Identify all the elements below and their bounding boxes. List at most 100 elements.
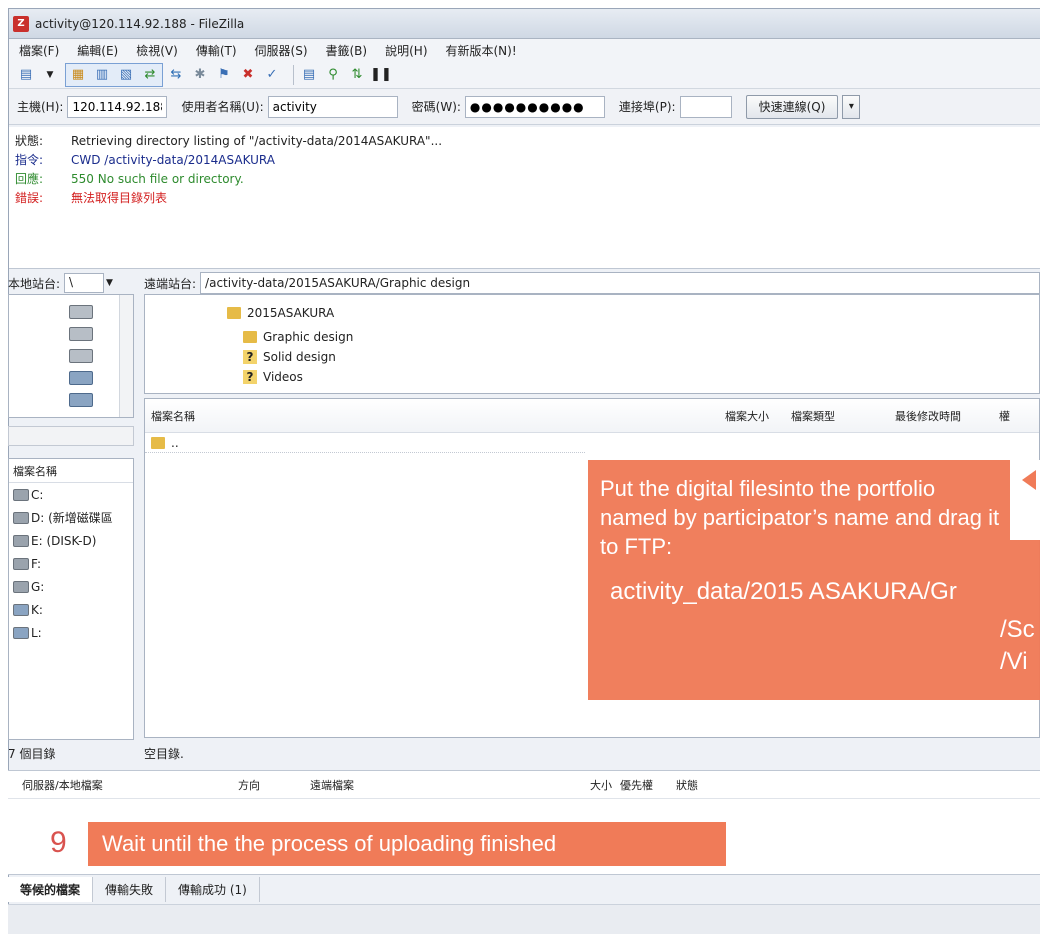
tree-node-label: 2015ASAKURA [247,306,335,320]
search-binoculars-icon[interactable]: ❚❚ [370,66,392,84]
tab-successful-transfers[interactable]: 傳輸成功 (1) [166,877,260,902]
column-permissions[interactable]: 權 [999,408,1029,424]
tree-node-label: Graphic design [263,330,354,344]
reconnect-icon[interactable]: ✓ [263,66,281,84]
remote-directory-tree[interactable]: 2015ASAKURA Graphic design ? Solid desig… [144,294,1040,394]
column-remote-file[interactable]: 遠端檔案 [310,777,590,793]
log-text: Retrieving directory listing of "/activi… [71,133,443,148]
username-label: 使用者名稱(U): [181,100,264,114]
menu-file[interactable]: 檔案(F) [19,42,59,59]
directory-listing-filter-icon[interactable]: ▤ [300,66,318,84]
disconnect-icon[interactable]: ✖ [239,66,257,84]
toggle-log-icon[interactable]: ▦ [69,66,87,84]
table-row[interactable]: .. [145,433,585,453]
drive-tree-node[interactable] [69,349,93,363]
log-line: 狀態: Retrieving directory listing of "/ac… [15,131,1040,150]
window-title: activity@120.114.92.188 - FileZilla [35,16,245,31]
quickconnect-bar: 主機(H): 使用者名稱(U): 密碼(W): 連接埠(P): 快速連線(Q) … [9,89,1040,125]
log-line: 指令: CWD /activity-data/2014ASAKURA [15,150,1040,169]
host-input[interactable] [67,95,168,118]
menu-server[interactable]: 伺服器(S) [255,42,308,59]
menu-view[interactable]: 檢視(V) [136,42,178,59]
dropdown-arrow-icon[interactable]: ▼ [41,66,59,84]
username-input[interactable] [267,95,398,118]
drive-tree-node[interactable] [69,393,93,407]
drive-label: K: [31,602,43,617]
drive-item[interactable]: L: [9,621,133,644]
tab-queued-files[interactable]: 等候的檔案 [8,877,94,902]
drive-icon [13,557,29,570]
callout-path-sub2: /Vi [1000,648,1028,675]
menu-help[interactable]: 說明(H) [385,42,427,59]
vertical-scrollbar[interactable] [119,295,133,417]
column-filetype[interactable]: 檔案類型 [791,408,895,424]
log-text: 550 No such file or directory. [71,171,244,186]
log-key: 回應: [15,172,44,186]
log-key: 錯誤: [15,191,44,205]
toggle-queue-icon[interactable]: ⇄ [141,66,159,84]
drive-item[interactable]: K: [9,598,133,621]
refresh-icon[interactable]: ⇆ [167,66,185,84]
instruction-callout: Put the digital filesinto the portfolio … [588,460,1040,700]
callout-text: Put the digital filesinto the portfolio … [600,476,1000,559]
unknown-folder-icon: ? [243,350,257,364]
unknown-folder-icon: ? [243,370,257,384]
drive-label: E: (DISK-D) [31,533,97,548]
port-input[interactable] [679,95,732,118]
cancel-icon[interactable]: ⚑ [215,66,233,84]
chevron-down-icon[interactable]: ▼ [106,278,113,288]
column-modified[interactable]: 最後修改時間 [895,408,999,424]
menu-new-version[interactable]: 有新版本(N)! [446,42,517,59]
local-files-header[interactable]: 檔案名稱 [9,459,133,483]
drive-label: L: [31,625,42,640]
drive-icon [13,603,29,616]
remote-path-input[interactable]: /activity-data/2015ASAKURA/Graphic desig… [200,272,1040,294]
compare-icon[interactable]: ⚲ [324,66,342,84]
horizontal-scrollbar[interactable] [8,426,134,446]
tree-node-label: Solid design [263,350,336,364]
step-instruction-banner: Wait until the the process of uploading … [88,822,726,866]
drive-tree-node[interactable] [69,371,93,385]
local-site-label: 本地站台: [8,276,61,291]
quickconnect-button[interactable]: 快速連線(Q) [745,94,839,119]
site-manager-icon[interactable]: ▤ [17,66,35,84]
tree-node-videos[interactable]: ? Videos [243,367,303,387]
local-status: 7 個目錄 [8,746,56,761]
drive-item[interactable]: F: [9,552,133,575]
drive-icon [13,534,29,547]
local-directory-tree[interactable] [8,294,134,418]
toggle-local-tree-icon[interactable]: ▥ [93,66,111,84]
drive-item[interactable]: E: (DISK-D) [9,529,133,552]
drive-icon [13,580,29,593]
drive-icon [13,488,29,501]
drive-tree-node[interactable] [69,327,93,341]
menu-bookmarks[interactable]: 書籤(B) [326,42,368,59]
process-queue-icon[interactable]: ✱ [191,66,209,84]
local-site-select[interactable]: \ [64,273,105,293]
drive-item[interactable]: G: [9,575,133,598]
menu-edit[interactable]: 編輯(E) [77,42,118,59]
message-log: 狀態: Retrieving directory listing of "/ac… [9,127,1040,269]
local-file-list[interactable]: 檔案名稱 C: D: (新增磁碟區 E: (DISK-D) F: G: K: L… [8,458,134,740]
column-size[interactable]: 大小 [590,777,620,793]
column-direction[interactable]: 方向 [238,777,310,793]
column-server-local[interactable]: 伺服器/本地檔案 [8,777,238,793]
column-filename[interactable]: 檔案名稱 [145,408,725,424]
drive-label: G: [31,579,45,594]
column-status[interactable]: 狀態 [676,777,736,793]
drive-tree-node[interactable] [69,305,93,319]
menu-transfer[interactable]: 傳輸(T) [196,42,237,59]
tree-node-graphic-design[interactable]: Graphic design [243,327,353,347]
tree-node-root[interactable]: 2015ASAKURA [227,303,334,323]
folder-icon [227,307,241,319]
drive-item[interactable]: D: (新增磁碟區 [9,506,133,529]
tree-node-solid-design[interactable]: ? Solid design [243,347,336,367]
drive-item[interactable]: C: [9,483,133,506]
column-priority[interactable]: 優先權 [620,777,676,793]
tab-failed-transfers[interactable]: 傳輸失敗 [93,877,167,902]
quickconnect-dropdown-icon[interactable]: ▾ [842,94,861,119]
sync-browse-icon[interactable]: ⇅ [348,66,366,84]
column-filesize[interactable]: 檔案大小 [725,408,791,424]
toggle-remote-tree-icon[interactable]: ▧ [117,66,135,84]
password-input[interactable] [464,95,605,118]
